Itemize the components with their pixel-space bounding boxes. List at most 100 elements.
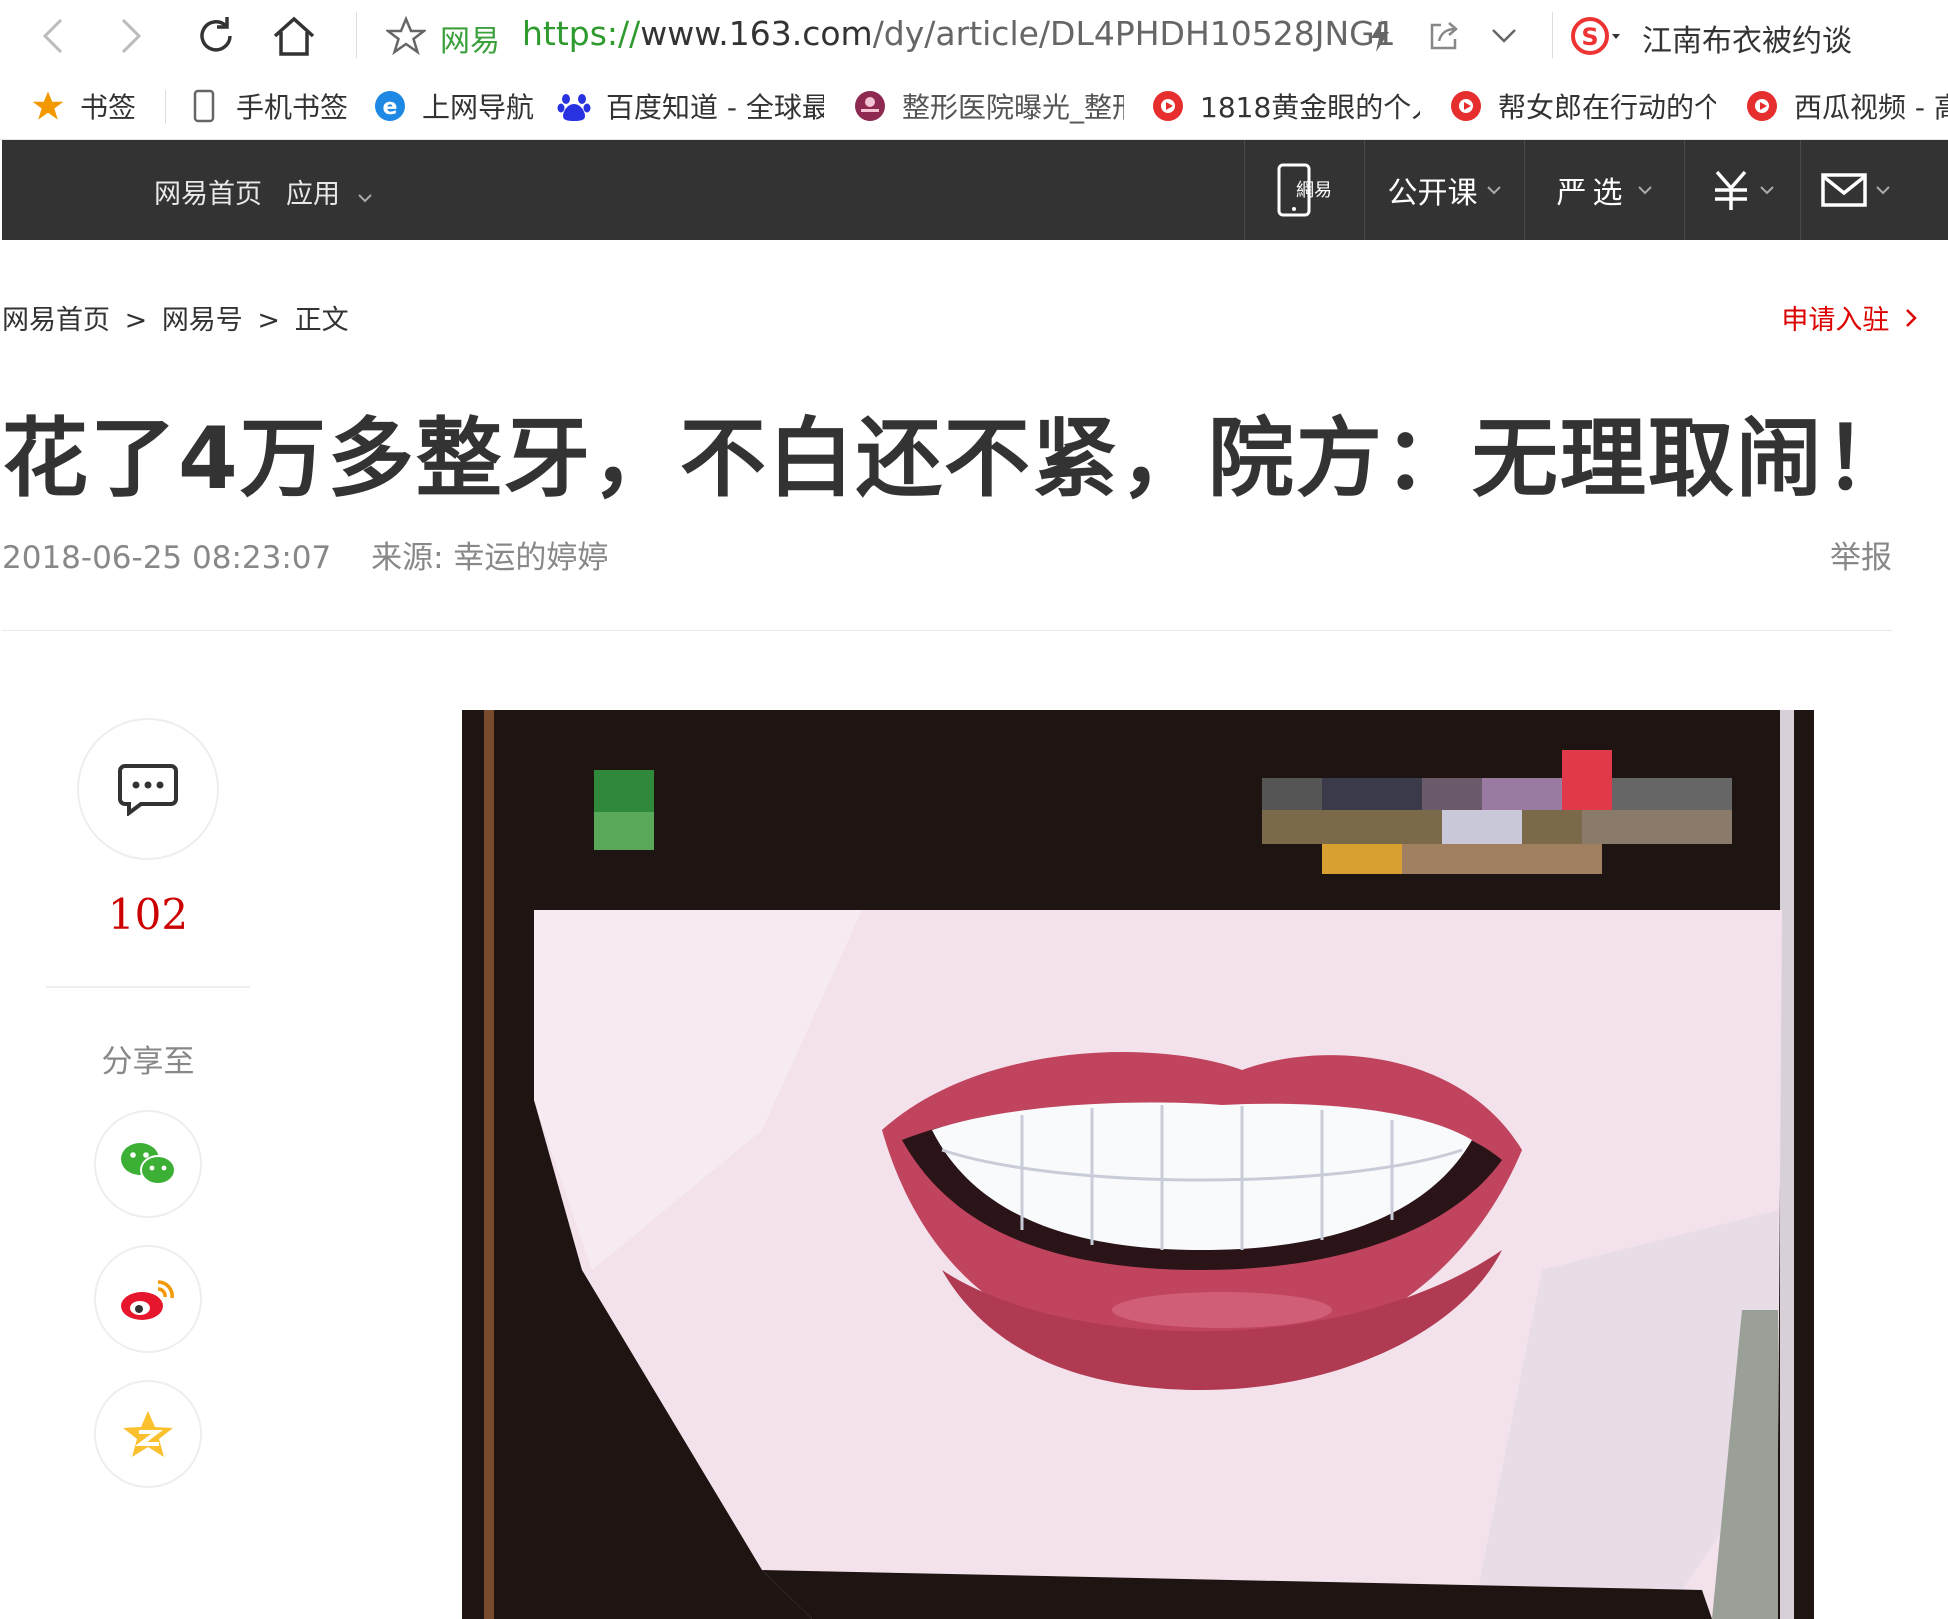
breadcrumb-home[interactable]: 网易首页 [2, 305, 110, 336]
share-weibo-button[interactable] [94, 1245, 202, 1353]
nav-mobile-app[interactable]: 網易 [1244, 140, 1364, 240]
nav-open-course-label: 公开课 [1387, 176, 1478, 211]
svg-text:S: S [1581, 23, 1598, 51]
reload-icon [200, 17, 232, 52]
article-image [462, 710, 1814, 1619]
bookmark-star-button[interactable] [378, 8, 434, 64]
bookmark-item[interactable]: 手机书签 [186, 84, 356, 128]
bookmark-item[interactable]: 1818黄金眼的个人 [1150, 84, 1420, 128]
star-outline-icon [386, 16, 426, 56]
breadcrumb-separator: > [257, 305, 281, 336]
sidebar-divider [46, 986, 250, 988]
apply-join-link[interactable]: 申请入驻 [1781, 298, 1918, 337]
video-play-icon [1150, 88, 1186, 124]
bookmark-label: 手机书签 [236, 91, 349, 124]
url-input[interactable]: https://www.163.com/dy/article/DL4PHDH10… [522, 14, 1396, 53]
share-label: 分享至 [101, 1044, 195, 1080]
breadcrumb-current: 正文 [294, 305, 349, 336]
share-out-icon [1430, 22, 1458, 50]
mobile-icon-text: 網易 [1296, 180, 1332, 201]
report-link[interactable]: 举报 [1830, 532, 1892, 577]
yuan-icon [1714, 170, 1747, 210]
reload-button[interactable] [188, 8, 244, 64]
search-engine-selector[interactable]: S [1570, 12, 1622, 60]
bookmark-item[interactable]: 书签 [30, 84, 150, 128]
teeth-photo-image [462, 710, 1814, 1619]
lightning-icon [1371, 20, 1389, 52]
breadcrumb: 网易首页 > 网易号 > 正文 [2, 298, 349, 337]
chevron-down-icon [1637, 186, 1652, 195]
nav-open-course[interactable]: 公开课 [1364, 140, 1524, 240]
article-meta: 2018-06-25 08:23:07 来源: 幸运的婷婷 [2, 532, 608, 577]
share-wechat-button[interactable] [94, 1110, 202, 1218]
mail-icon [1820, 173, 1867, 207]
bookmarks-bar: 书签 手机书签 e 上网导航 百度知道 - 全球最 整形医院曝光_整形 1818… [0, 72, 1948, 140]
article-datetime: 2018-06-25 08:23:07 [2, 540, 332, 576]
chevron-down-icon [1492, 29, 1516, 43]
home-button[interactable] [266, 8, 322, 64]
chevron-down-icon [1759, 186, 1774, 195]
bookmark-label: 1818黄金眼的个人 [1200, 91, 1420, 124]
chevron-right-icon [1906, 309, 1917, 327]
sogou-logo-icon: S [1571, 17, 1620, 55]
comment-button[interactable] [77, 718, 219, 860]
chevron-right-icon [121, 18, 142, 54]
nav-mail[interactable] [1800, 140, 1910, 240]
chevron-left-icon [42, 18, 63, 54]
search-input[interactable]: 江南布衣被约谈 [1642, 16, 1852, 60]
chevron-down-icon [1875, 186, 1890, 195]
nav-apps-label: 应用 [286, 179, 340, 210]
comment-count[interactable]: 102 [60, 890, 236, 939]
header-divider [2, 630, 1892, 631]
bookmark-item[interactable]: e 上网导航 [372, 84, 542, 128]
wechat-icon [121, 1143, 176, 1185]
url-host: www.163.com [640, 14, 873, 53]
baidu-paw-icon [556, 88, 592, 124]
apply-join-label: 申请入驻 [1781, 305, 1890, 336]
browser-address-bar: 网易 https://www.163.com/dy/article/DL4PHD… [0, 0, 1948, 72]
weibo-icon [121, 1280, 174, 1320]
bookmark-item[interactable]: 百度知道 - 全球最 [556, 84, 824, 128]
breadcrumb-section[interactable]: 网易号 [162, 305, 243, 336]
nav-yanxuan-label: 严选 [1556, 176, 1629, 211]
bookmark-item[interactable]: 西瓜视频 - 高 [1744, 84, 1948, 128]
bookmark-label: 上网导航 [422, 91, 535, 124]
bookmark-item[interactable]: 帮女郎在行动的个 [1448, 84, 1716, 128]
url-dropdown-button[interactable] [1476, 8, 1532, 64]
url-path: /dy/article/DL4PHDH10528JNG1 [872, 14, 1396, 53]
star-icon [30, 88, 66, 124]
phone-icon [186, 88, 222, 124]
bookmark-label: 西瓜视频 - 高 [1794, 91, 1948, 124]
toolbar-separator [1552, 12, 1553, 58]
nav-payment[interactable] [1684, 140, 1800, 240]
site-top-nav: 网易首页 应用 網易 公开课 严选 [2, 140, 1948, 240]
bookmark-label: 整形医院曝光_整形 [902, 91, 1124, 124]
nav-yanxuan[interactable]: 严选 [1524, 140, 1684, 240]
share-page-button[interactable] [1416, 8, 1472, 64]
video-play-icon [1744, 88, 1780, 124]
site-identity-label: 网易 [440, 24, 500, 59]
url-scheme: https:// [522, 14, 641, 53]
toolbar-separator [356, 12, 357, 58]
bookmark-label: 百度知道 - 全球最 [606, 91, 824, 124]
clinic-logo-icon [852, 88, 888, 124]
video-play-icon [1448, 88, 1484, 124]
forward-button[interactable] [104, 8, 160, 64]
svg-text:e: e [383, 95, 398, 120]
back-button[interactable] [24, 8, 80, 64]
breadcrumb-separator: > [124, 305, 148, 336]
comment-bubble-icon [118, 764, 178, 816]
bookmark-item[interactable]: 整形医院曝光_整形 [852, 84, 1124, 128]
bookmark-label: 书签 [80, 91, 137, 124]
chevron-down-icon [1486, 186, 1501, 195]
speed-mode-button[interactable] [1352, 8, 1408, 64]
mobile-phone-icon: 網易 [1277, 163, 1332, 217]
nav-home-link[interactable]: 网易首页 [154, 172, 262, 211]
bookmark-label: 帮女郎在行动的个 [1498, 91, 1716, 124]
article-title: 花了4万多整牙，不白还不紧，院方：无理取闹！ [2, 409, 1912, 509]
ie-icon: e [372, 88, 408, 124]
article-source[interactable]: 来源: 幸运的婷婷 [371, 540, 608, 576]
share-qzone-button[interactable] [94, 1380, 202, 1488]
nav-apps-menu[interactable]: 应用 [286, 172, 373, 211]
bookmark-separator [165, 90, 166, 124]
